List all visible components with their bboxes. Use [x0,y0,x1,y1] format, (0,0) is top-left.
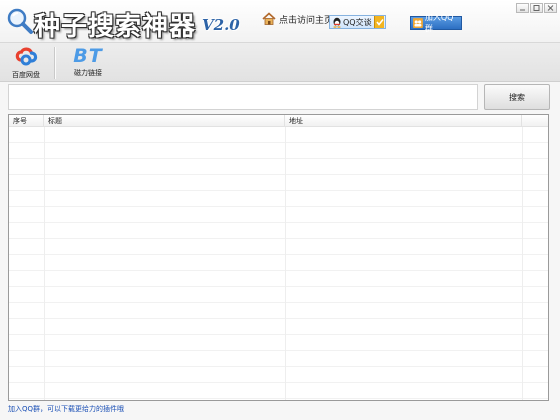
qq-chat-button[interactable]: QQ交谈 [329,15,386,29]
status-bar-link[interactable]: 加入QQ群，可以下载更给力的插件哦 [8,404,124,414]
title-bar: 种子搜索神器 V2.0 点击访问主页 QQ交谈 加入QQ群 [0,0,560,42]
minimize-button[interactable] [516,3,529,13]
column-header-index[interactable]: 序号 [9,115,44,127]
qq-penguin-icon [333,17,341,28]
house-icon [262,12,276,25]
qq-chat-label: QQ交谈 [343,17,372,27]
join-qq-group-label: 加入QQ群 [424,13,454,33]
app-logo: 种子搜索神器 V2.0 [6,4,240,42]
toolbar-item-label: 百度网盘 [12,71,40,79]
toolbar-item-magnet-link[interactable]: BT 磁力链接 [62,45,114,78]
column-header-address[interactable]: 地址 [285,115,522,127]
baidu-cloud-icon [15,47,38,66]
bt-icon: BT [73,45,103,67]
search-button[interactable]: 搜索 [484,84,550,110]
table-body [9,127,548,400]
home-link-label: 点击访问主页 [279,15,334,26]
minimize-icon [520,9,525,11]
toolbar-item-label: 磁力链接 [74,69,102,77]
magnifier-logo-icon [7,8,33,34]
results-table[interactable]: 序号 标题 地址 [8,114,549,401]
qq-group-icon [413,18,423,28]
app-title: 种子搜索神器 [34,12,197,42]
toolbar-item-baidu-cloud[interactable]: 百度网盘 [6,45,46,80]
qq-dropdown-toggle[interactable] [373,16,384,28]
toolbar: 百度网盘 BT 磁力链接 [0,42,560,82]
join-qq-group-button[interactable]: 加入QQ群 [410,13,462,33]
app-version: V2.0 [202,16,240,34]
column-header-extra[interactable] [522,115,548,127]
checkmark-icon [376,19,384,26]
maximize-button[interactable] [530,3,543,13]
column-header-title[interactable]: 标题 [44,115,285,127]
table-header: 序号 标题 地址 [9,115,548,127]
toolbar-divider [54,47,55,79]
home-page-link[interactable]: 点击访问主页 [262,12,333,26]
maximize-icon [533,5,540,11]
search-input[interactable] [8,84,478,110]
close-button[interactable] [544,3,557,13]
window-controls [516,3,557,13]
close-icon [547,5,554,11]
